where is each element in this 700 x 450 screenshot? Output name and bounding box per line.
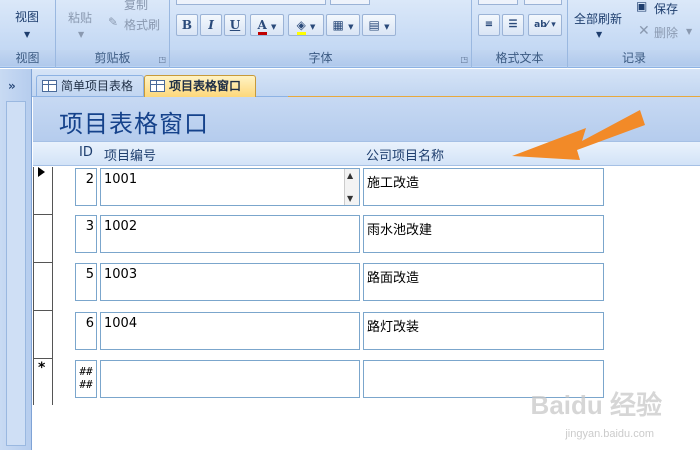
- underline-button[interactable]: U: [224, 14, 246, 36]
- italic-button[interactable]: I: [200, 14, 222, 36]
- name-field[interactable]: 施工改造: [363, 168, 604, 206]
- document-tabs: 简单项目表格 项目表格窗口: [32, 69, 700, 97]
- name-field[interactable]: 路面改造: [363, 263, 604, 301]
- chevron-down-icon[interactable]: ▼: [24, 30, 30, 39]
- new-record-marker: *: [38, 360, 46, 376]
- numbered-list-button[interactable]: ≡: [478, 14, 500, 36]
- chevron-down-icon[interactable]: ▼: [596, 30, 602, 39]
- view-group-label: 视图: [0, 50, 55, 66]
- code-field[interactable]: 1001 ▲ ▼: [100, 168, 360, 206]
- bold-button[interactable]: B: [176, 14, 198, 36]
- record-selector[interactable]: [34, 167, 52, 215]
- chevron-down-icon: ▼: [384, 22, 390, 31]
- rich-text-top-button-2[interactable]: [524, 0, 562, 5]
- view-group: 视图 ▼ 视图: [0, 0, 56, 68]
- tab-form-window[interactable]: 项目表格窗口: [144, 75, 256, 97]
- new-id-field[interactable]: ## ##: [75, 360, 97, 398]
- record-selector[interactable]: [34, 215, 52, 263]
- code-field[interactable]: 1004: [100, 312, 360, 350]
- records-group: 全部刷新 ▼ ▣ 保存 ✕ 删除 ▼ 记录: [568, 0, 700, 68]
- code-field[interactable]: 1003: [100, 263, 360, 301]
- code-value: 1001: [104, 172, 138, 187]
- watermark-url: jingyan.baidu.com: [565, 428, 654, 440]
- navigation-pane-bar[interactable]: [6, 101, 26, 446]
- tab-label: 简单项目表格: [61, 79, 134, 93]
- bulleted-list-button[interactable]: ☰: [502, 14, 524, 36]
- alternate-fill-button[interactable]: ▤ ▼: [362, 14, 396, 36]
- rich-text-group: ≡ ☰ ab⁄ ▾ 格式文本: [472, 0, 568, 68]
- scroll-up-icon[interactable]: ▲: [347, 171, 353, 180]
- navigation-pane: »: [0, 69, 32, 450]
- scroll-down-icon[interactable]: ▼: [347, 194, 353, 203]
- name-field[interactable]: 路灯改装: [363, 312, 604, 350]
- paste-button[interactable]: 粘贴: [68, 9, 92, 26]
- name-field[interactable]: 雨水池改建: [363, 215, 604, 253]
- copy-button[interactable]: 复制: [124, 0, 148, 13]
- form-title: 项目表格窗口: [59, 110, 209, 138]
- chevron-down-icon[interactable]: ▼: [686, 27, 692, 36]
- grid-icon: ▦: [332, 18, 344, 32]
- rows-icon: ▤: [368, 18, 380, 32]
- clipboard-launcher-icon[interactable]: ◳: [158, 55, 166, 64]
- expand-nav-icon[interactable]: »: [8, 79, 16, 93]
- clipboard-group: 粘贴 ▼ 复制 ✎ 格式刷 剪贴板 ◳: [56, 0, 170, 68]
- gridlines-button[interactable]: ▦ ▼: [326, 14, 360, 36]
- save-icon: ▣: [636, 0, 648, 13]
- brush-icon: ✎: [108, 15, 119, 29]
- delete-icon: ✕: [638, 23, 650, 39]
- table-icon: [42, 80, 57, 92]
- baidu-watermark: Baidu 经验: [530, 390, 662, 420]
- font-name-dropdown[interactable]: [176, 0, 326, 5]
- new-id-line: ##: [79, 365, 93, 378]
- id-field[interactable]: 5: [75, 263, 97, 301]
- rich-text-group-label: 格式文本: [472, 50, 567, 66]
- record-selector[interactable]: [34, 311, 52, 359]
- column-header: ID 项目编号 公司项目名称: [33, 141, 700, 166]
- ribbon: 视图 ▼ 视图 粘贴 ▼ 复制 ✎ 格式刷 剪贴板 ◳ B I U A ▼ ◈ …: [0, 0, 700, 68]
- new-id-line: ##: [79, 378, 93, 391]
- view-button[interactable]: 视图: [15, 8, 39, 25]
- chevron-down-icon: ▼: [310, 22, 316, 31]
- record-selector-column: *: [33, 167, 53, 405]
- header-code: 项目编号: [104, 149, 157, 164]
- id-field[interactable]: 3: [75, 215, 97, 253]
- header-name: 公司项目名称: [366, 149, 445, 164]
- code-field[interactable]: 1002: [100, 215, 360, 253]
- text-direction-button[interactable]: ab⁄ ▾: [528, 14, 562, 36]
- tab-simple-table[interactable]: 简单项目表格: [36, 75, 144, 97]
- code-scrollbar[interactable]: ▲ ▼: [344, 169, 359, 205]
- paste-dropdown-icon[interactable]: ▼: [78, 30, 84, 39]
- font-color-button[interactable]: A ▼: [250, 14, 284, 36]
- new-record-selector[interactable]: *: [34, 359, 52, 405]
- chevron-down-icon: ▼: [348, 22, 354, 31]
- rich-text-top-button[interactable]: [478, 0, 518, 5]
- refresh-all-button[interactable]: 全部刷新: [574, 10, 622, 27]
- fill-color-button[interactable]: ◈ ▼: [288, 14, 324, 36]
- save-button[interactable]: 保存: [654, 0, 678, 17]
- chevron-down-icon: ▼: [271, 22, 277, 31]
- delete-button[interactable]: 删除: [654, 24, 678, 41]
- record-selector[interactable]: [34, 263, 52, 311]
- font-launcher-icon[interactable]: ◳: [460, 55, 468, 64]
- header-id: ID: [79, 145, 93, 160]
- tab-label: 项目表格窗口: [169, 79, 242, 93]
- id-field[interactable]: 6: [75, 312, 97, 350]
- new-code-field[interactable]: [100, 360, 360, 398]
- font-group: B I U A ▼ ◈ ▼ ▦ ▼ ▤ ▼ 字体 ◳: [170, 0, 472, 68]
- font-group-label: 字体: [170, 50, 471, 66]
- paint-bucket-icon: ◈: [296, 18, 306, 35]
- form-icon: [150, 80, 165, 92]
- format-painter-button[interactable]: 格式刷: [124, 16, 160, 33]
- id-field[interactable]: 2: [75, 168, 97, 206]
- form-header: 项目表格窗口: [33, 97, 700, 141]
- clipboard-group-label: 剪贴板: [56, 50, 169, 66]
- font-size-dropdown[interactable]: [330, 0, 370, 5]
- font-color-label: A: [257, 18, 267, 35]
- records-group-label: 记录: [568, 50, 700, 66]
